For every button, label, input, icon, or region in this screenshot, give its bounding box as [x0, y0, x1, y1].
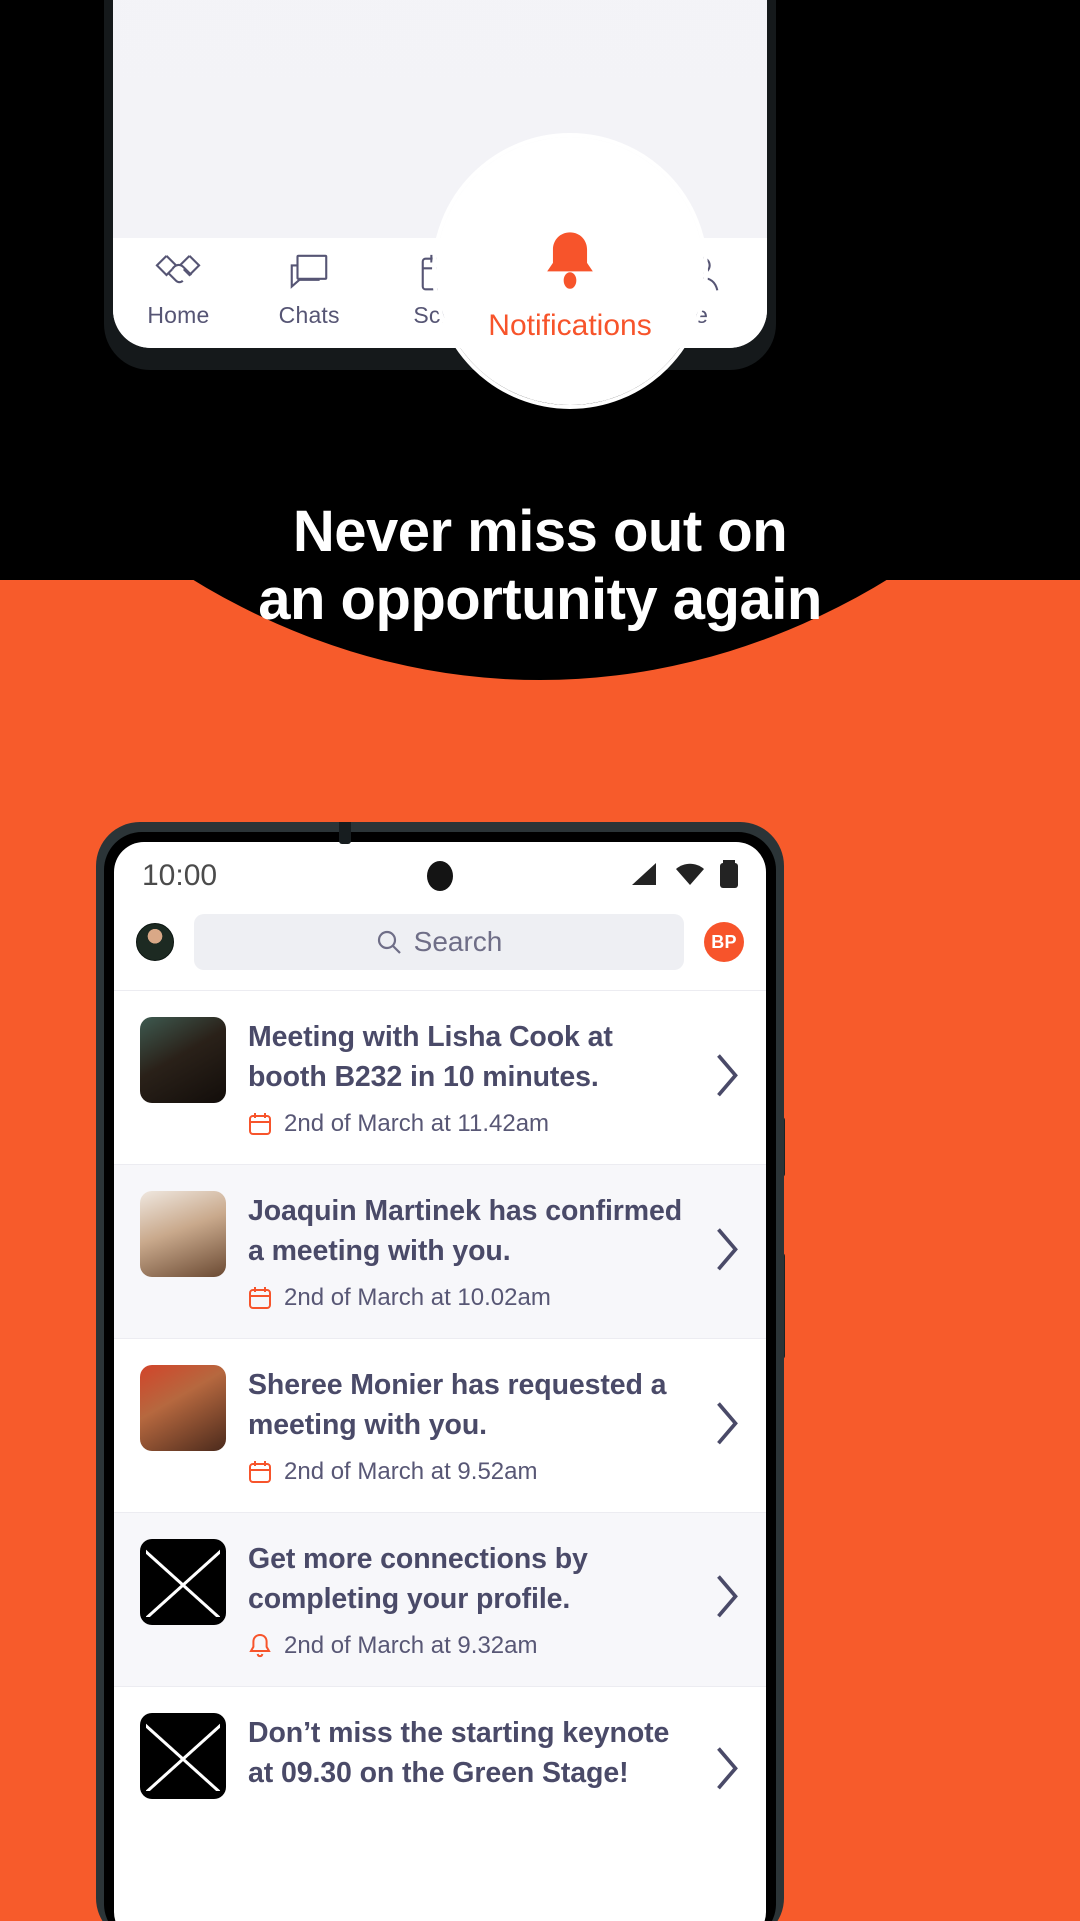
bottom-phone-bezel: 10:00 Search BP Meeting with Lisha Cook … [104, 832, 776, 1921]
tab-chats[interactable]: Chats [244, 252, 375, 329]
notification-body: Joaquin Martinek has confirmed a meeting… [248, 1191, 688, 1312]
calendar-icon [248, 1459, 272, 1485]
handshake-icon [155, 252, 201, 294]
app-logo [140, 1538, 226, 1625]
notification-time: 2nd of March at 9.32am [284, 1631, 538, 1659]
list-item[interactable]: Don’t miss the starting keynote at 09.30… [114, 1685, 766, 1856]
notification-time: 2nd of March at 10.02am [284, 1283, 551, 1311]
chevron-right-icon[interactable] [710, 1395, 744, 1457]
app-logo [140, 1712, 226, 1799]
notification-title: Meeting with Lisha Cook at booth B232 in… [248, 1021, 613, 1094]
chevron-right-icon[interactable] [710, 1047, 744, 1109]
notification-meta: 2nd of March at 11.42am [248, 1110, 688, 1138]
notification-title: Sheree Monier has requested a meeting wi… [248, 1368, 667, 1442]
notification-body: Don’t miss the starting keynote at 09.30… [248, 1713, 688, 1794]
tab-chats-label: Chats [278, 302, 340, 328]
bell-icon [248, 1633, 272, 1659]
notification-title: Joaquin Martinek has confirmed a meeting… [248, 1194, 683, 1268]
front-camera-punch-hole [427, 861, 453, 891]
search-input[interactable]: Search [194, 914, 684, 970]
avatar [140, 1364, 226, 1451]
battery-icon [720, 859, 738, 893]
notification-body: Get more connections by completing your … [248, 1539, 688, 1660]
notification-meta: 2nd of March at 10.02am [248, 1284, 688, 1312]
phone-top-notch [339, 822, 351, 844]
spotlight-label: Notifications [488, 309, 652, 342]
headline-line-2: an opportunity again [258, 567, 822, 633]
notification-time: 2nd of March at 9.52am [284, 1457, 538, 1485]
page-title: Never miss out on an opportunity again [0, 498, 1080, 635]
avatar [140, 1190, 226, 1277]
search-placeholder: Search [413, 926, 503, 957]
spotlight-content: Notifications [436, 137, 704, 405]
status-badge[interactable]: BP [704, 922, 744, 962]
status-bar: 10:00 [114, 842, 766, 910]
wifi-icon [674, 861, 706, 892]
headline-line-1: Never miss out on [292, 499, 788, 564]
notification-title: Get more connections by completing your … [248, 1542, 588, 1616]
list-item[interactable]: Joaquin Martinek has confirmed a meeting… [114, 1163, 766, 1338]
notification-body: Sheree Monier has requested a meeting wi… [248, 1365, 688, 1486]
chevron-right-icon[interactable] [710, 1221, 744, 1283]
promo-screenshot: Home Chats Sche e Notifications Never mi… [0, 0, 1080, 1921]
notification-meta: 2nd of March at 9.52am [248, 1458, 688, 1486]
notifications-screen: 10:00 Search BP Meeting with Lisha Cook … [114, 842, 766, 1921]
notification-body: Meeting with Lisha Cook at booth B232 in… [248, 1017, 688, 1138]
list-item[interactable]: Sheree Monier has requested a meeting wi… [114, 1337, 766, 1512]
avatar [140, 1017, 226, 1103]
tab-home[interactable]: Home [113, 252, 244, 329]
tab-home-label: Home [147, 302, 210, 328]
notification-time: 2nd of March at 11.42am [284, 1109, 550, 1137]
calendar-icon [248, 1111, 272, 1137]
signal-icon [630, 861, 660, 892]
status-icons [630, 859, 738, 893]
chevron-right-icon[interactable] [710, 1568, 744, 1630]
app-header: Search BP [114, 910, 766, 990]
calendar-icon [248, 1285, 272, 1311]
chevron-right-icon[interactable] [710, 1740, 744, 1802]
bell-icon [537, 231, 603, 299]
list-item[interactable]: Get more connections by completing your … [114, 1511, 766, 1686]
chat-bubbles-icon [286, 252, 332, 294]
search-icon [376, 929, 402, 955]
status-time: 10:00 [142, 859, 218, 892]
list-item[interactable]: Meeting with Lisha Cook at booth B232 in… [114, 990, 766, 1164]
avatar[interactable] [136, 923, 174, 961]
notification-meta: 2nd of March at 9.32am [248, 1632, 688, 1660]
notification-title: Don’t miss the starting keynote at 09.30… [248, 1716, 670, 1790]
bottom-phone-mockup: 10:00 Search BP Meeting with Lisha Cook … [96, 822, 784, 1921]
